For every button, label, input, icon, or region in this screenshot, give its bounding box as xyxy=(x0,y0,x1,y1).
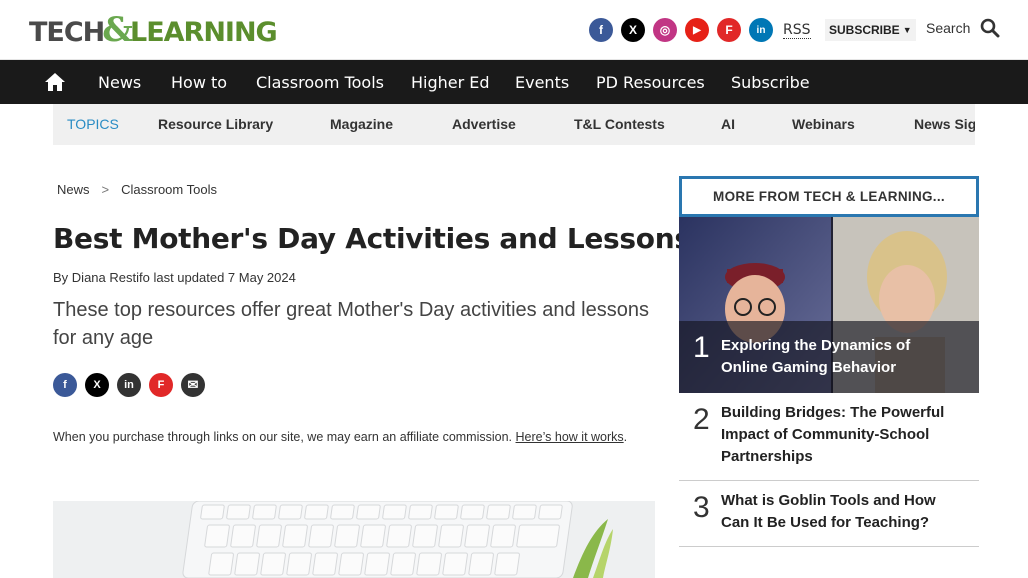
nav-item-pd-resources[interactable]: PD Resources xyxy=(596,73,705,92)
share-facebook-icon[interactable]: f xyxy=(53,373,77,397)
logo-text-tech: TECH xyxy=(29,17,105,48)
breadcrumb: News > Classroom Tools xyxy=(57,182,217,197)
logo-text-learning: LEARNING xyxy=(129,17,278,48)
sidebar-more-from: MORE FROM TECH & LEARNING... 1 Exploring… xyxy=(679,176,979,547)
byline: By Diana Restifo last updated 7 May 2024 xyxy=(53,270,296,285)
topic-news-signup[interactable]: News Sig xyxy=(914,116,975,132)
instagram-icon[interactable]: ◎ xyxy=(653,18,677,42)
nav-item-how-to[interactable]: How to xyxy=(171,73,227,92)
share-flipboard-icon[interactable]: F xyxy=(149,373,173,397)
topics-bar: TOPICS Resource Library Magazine Adverti… xyxy=(53,104,975,145)
breadcrumb-news[interactable]: News xyxy=(57,182,90,197)
sidebar-heading: MORE FROM TECH & LEARNING... xyxy=(679,176,979,217)
nav-item-news[interactable]: News xyxy=(98,73,141,92)
sidebar-item-number: 1 xyxy=(693,331,710,364)
share-linkedin-icon[interactable]: in xyxy=(117,373,141,397)
sidebar-item[interactable]: 3 What is Goblin Tools and How Can It Be… xyxy=(679,481,979,547)
youtube-icon[interactable]: ▶ xyxy=(685,18,709,42)
subscribe-dropdown[interactable]: SUBSCRIBE ▼ xyxy=(825,19,916,41)
topic-resource-library[interactable]: Resource Library xyxy=(158,116,273,132)
affiliate-disclosure: When you purchase through links on our s… xyxy=(53,428,653,446)
share-buttons: f X in F ✉ xyxy=(53,373,205,397)
sidebar-featured-item[interactable]: 1 Exploring the Dynamics of Online Gamin… xyxy=(679,217,979,393)
updated-date: last updated 7 May 2024 xyxy=(153,270,296,285)
site-header: TECH&LEARNING f X ◎ ▶ F in RSS SUBSCRIBE… xyxy=(0,0,1028,60)
facebook-icon[interactable]: f xyxy=(589,18,613,42)
site-logo[interactable]: TECH&LEARNING xyxy=(29,10,278,50)
search-icon xyxy=(981,18,1000,38)
byline-prefix: By xyxy=(53,270,69,285)
topics-label: TOPICS xyxy=(67,116,119,132)
nav-item-higher-ed[interactable]: Higher Ed xyxy=(411,73,490,92)
topic-ai[interactable]: AI xyxy=(721,116,735,132)
author-link[interactable]: Diana Restifo xyxy=(72,270,150,285)
breadcrumb-classroom-tools[interactable]: Classroom Tools xyxy=(121,182,217,197)
article-standfirst: These top resources offer great Mother's… xyxy=(53,299,649,349)
linkedin-icon[interactable]: in xyxy=(749,18,773,42)
breadcrumb-separator: > xyxy=(101,182,110,197)
rss-link[interactable]: RSS xyxy=(783,22,811,39)
share-email-icon[interactable]: ✉ xyxy=(181,373,205,397)
affiliate-text: When you purchase through links on our s… xyxy=(53,430,513,444)
topic-webinars[interactable]: Webinars xyxy=(792,116,855,132)
home-icon[interactable] xyxy=(44,72,66,92)
topic-tl-contests[interactable]: T&L Contests xyxy=(574,116,665,132)
nav-item-classroom-tools[interactable]: Classroom Tools xyxy=(256,73,384,92)
nav-item-subscribe[interactable]: Subscribe xyxy=(731,73,810,92)
x-icon[interactable]: X xyxy=(621,18,645,42)
search-button[interactable]: Search xyxy=(926,18,1000,38)
subscribe-label: SUBSCRIBE xyxy=(829,23,900,37)
sidebar-item[interactable]: 2 Building Bridges: The Powerful Impact … xyxy=(679,393,979,481)
nav-item-events[interactable]: Events xyxy=(515,73,569,92)
sidebar-item-title[interactable]: What is Goblin Tools and How Can It Be U… xyxy=(721,490,966,534)
keyboard-image xyxy=(53,501,655,578)
topic-magazine[interactable]: Magazine xyxy=(330,116,393,132)
caret-down-icon: ▼ xyxy=(902,25,912,35)
sidebar-item-number: 3 xyxy=(693,491,710,524)
main-nav: News How to Classroom Tools Higher Ed Ev… xyxy=(0,60,1028,104)
sidebar-item-title[interactable]: Building Bridges: The Powerful Impact of… xyxy=(721,402,966,468)
flipboard-icon[interactable]: F xyxy=(717,18,741,42)
article-title: Best Mother's Day Activities and Lessons xyxy=(53,222,691,255)
affiliate-end: . xyxy=(623,430,628,444)
hero-image xyxy=(53,501,655,578)
social-links: f X ◎ ▶ F in RSS xyxy=(589,18,811,42)
logo-ampersand: & xyxy=(102,10,133,50)
share-x-icon[interactable]: X xyxy=(85,373,109,397)
sidebar-item-number: 2 xyxy=(693,403,710,436)
search-label: Search xyxy=(926,20,971,36)
topic-advertise[interactable]: Advertise xyxy=(452,116,516,132)
affiliate-how-it-works-link[interactable]: Here’s how it works xyxy=(516,430,624,444)
sidebar-item-title[interactable]: Exploring the Dynamics of Online Gaming … xyxy=(721,335,961,379)
